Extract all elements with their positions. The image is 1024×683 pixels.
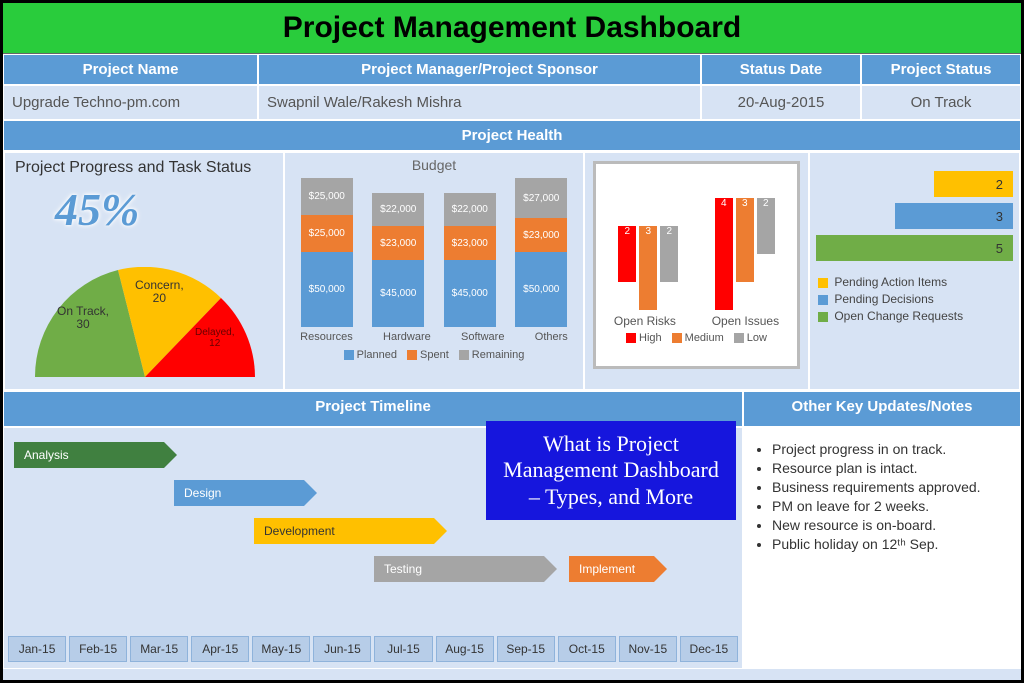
budget-cell: $23,000 bbox=[372, 226, 424, 260]
risk-xlabel: Open Risks bbox=[614, 314, 676, 328]
legend-pending-action: Pending Action Items bbox=[834, 275, 947, 289]
hdr-project-manager: Project Manager/Project Sponsor bbox=[258, 54, 701, 85]
section-project-health: Project Health bbox=[3, 120, 1021, 151]
phase-analysis: Analysis bbox=[14, 442, 164, 468]
note-item: PM on leave for 2 weeks. bbox=[772, 498, 1010, 514]
section-notes: Other Key Updates/Notes bbox=[743, 391, 1021, 427]
budget-cat: Resources bbox=[300, 331, 353, 343]
panel-risks-issues: 2 3 2 4 3 2 Open Risks Open Issues High … bbox=[584, 152, 809, 390]
budget-cat: Hardware bbox=[383, 331, 431, 343]
budget-legend: Planned Spent Remaining bbox=[285, 349, 583, 361]
budget-cell: $23,000 bbox=[515, 218, 567, 252]
val-status-date: 20-Aug-2015 bbox=[701, 85, 861, 120]
budget-cat: Software bbox=[461, 331, 504, 343]
risk-bar: 3 bbox=[639, 226, 657, 310]
overlay-caption: What is Project Management Dashboard – T… bbox=[486, 421, 736, 520]
panel-side-metrics: 2 3 5 Pending Action Items Pending Decis… bbox=[809, 152, 1020, 390]
issue-bar: 2 bbox=[757, 198, 775, 254]
legend-low: Low bbox=[747, 332, 767, 344]
budget-cell: $22,000 bbox=[372, 193, 424, 226]
budget-cell: $25,000 bbox=[301, 215, 353, 252]
legend-spent: Spent bbox=[420, 349, 449, 361]
hdr-status-date: Status Date bbox=[701, 54, 861, 85]
month-cell: May-15 bbox=[252, 636, 310, 662]
val-project-name: Upgrade Techno-pm.com bbox=[3, 85, 258, 120]
progress-title: Project Progress and Task Status bbox=[5, 153, 283, 183]
note-item: Business requirements approved. bbox=[772, 479, 1010, 495]
legend-high: High bbox=[639, 332, 662, 344]
legend-medium: Medium bbox=[685, 332, 724, 344]
side-legend: Pending Action Items Pending Decisions O… bbox=[818, 275, 1011, 323]
month-cell: Dec-15 bbox=[680, 636, 738, 662]
month-cell: Oct-15 bbox=[558, 636, 616, 662]
budget-cell: $50,000 bbox=[515, 252, 567, 327]
pie-label-ontrack: On Track, bbox=[57, 304, 109, 318]
budget-chart: $25,000$25,000$50,000 $22,000$23,000$45,… bbox=[291, 177, 577, 327]
risk-legend: High Medium Low bbox=[596, 332, 797, 344]
risk-bar: 2 bbox=[660, 226, 678, 282]
pie-val-ontrack: 30 bbox=[76, 317, 89, 331]
pie-label-concern: Concern, bbox=[135, 278, 184, 292]
notes-panel: Project progress in on track. Resource p… bbox=[743, 427, 1021, 669]
hdr-project-name: Project Name bbox=[3, 54, 258, 85]
val-project-manager: Swapnil Wale/Rakesh Mishra bbox=[258, 85, 701, 120]
month-cell: Jun-15 bbox=[313, 636, 371, 662]
month-cell: Feb-15 bbox=[69, 636, 127, 662]
meta-value-row: Upgrade Techno-pm.com Swapnil Wale/Rakes… bbox=[3, 85, 1021, 120]
pie-val-delayed: 12 bbox=[209, 338, 220, 349]
legend-change-requests: Open Change Requests bbox=[834, 309, 963, 323]
note-item: New resource is on-board. bbox=[772, 517, 1010, 533]
side-bars-chart: 2 3 5 bbox=[816, 171, 1013, 261]
phase-testing: Testing bbox=[374, 556, 544, 582]
legend-remaining: Remaining bbox=[472, 349, 525, 361]
budget-cell: $50,000 bbox=[301, 252, 353, 327]
budget-title: Budget bbox=[285, 153, 583, 177]
progress-percent: 45% bbox=[5, 183, 283, 236]
bar-pending-decisions: 3 bbox=[895, 203, 1013, 229]
month-cell: Jul-15 bbox=[374, 636, 432, 662]
legend-pending-decisions: Pending Decisions bbox=[834, 292, 933, 306]
note-item: Public holiday on 12ᵗʰ Sep. bbox=[772, 536, 1010, 552]
dashboard-title: Project Management Dashboard bbox=[3, 3, 1021, 54]
issue-bar: 3 bbox=[736, 198, 754, 282]
budget-cell: $23,000 bbox=[444, 226, 496, 260]
month-cell: Sep-15 bbox=[497, 636, 555, 662]
note-item: Resource plan is intact. bbox=[772, 460, 1010, 476]
val-project-status: On Track bbox=[861, 85, 1021, 120]
month-cell: Jan-15 bbox=[8, 636, 66, 662]
legend-planned: Planned bbox=[357, 349, 397, 361]
timeline-months: Jan-15 Feb-15 Mar-15 Apr-15 May-15 Jun-1… bbox=[8, 636, 738, 662]
pie-label-delayed: Delayed, bbox=[195, 327, 234, 338]
bar-change-requests: 5 bbox=[816, 235, 1013, 261]
budget-cell: $45,000 bbox=[372, 260, 424, 327]
month-cell: Apr-15 bbox=[191, 636, 249, 662]
pie-val-concern: 20 bbox=[153, 291, 166, 305]
phase-design: Design bbox=[174, 480, 304, 506]
note-item: Project progress in on track. bbox=[772, 441, 1010, 457]
panel-progress: Project Progress and Task Status 45% On … bbox=[4, 152, 284, 390]
panel-budget: Budget $25,000$25,000$50,000 $22,000$23,… bbox=[284, 152, 584, 390]
budget-cell: $45,000 bbox=[444, 260, 496, 327]
phase-implement: Implement bbox=[569, 556, 654, 582]
budget-cell: $22,000 bbox=[444, 193, 496, 226]
risk-xlabel: Open Issues bbox=[712, 314, 779, 328]
month-cell: Mar-15 bbox=[130, 636, 188, 662]
budget-cell: $25,000 bbox=[301, 178, 353, 215]
month-cell: Aug-15 bbox=[436, 636, 494, 662]
risks-chart: 2 3 2 4 3 2 bbox=[600, 170, 793, 310]
phase-development: Development bbox=[254, 518, 434, 544]
budget-cell: $27,000 bbox=[515, 178, 567, 218]
issue-bar: 4 bbox=[715, 198, 733, 310]
bar-pending-action: 2 bbox=[934, 171, 1013, 197]
meta-header-row: Project Name Project Manager/Project Spo… bbox=[3, 54, 1021, 85]
month-cell: Nov-15 bbox=[619, 636, 677, 662]
progress-pie-chart: On Track, 30 Concern, 20 Delayed, 12 bbox=[5, 257, 285, 377]
budget-cat: Others bbox=[535, 331, 568, 343]
hdr-project-status: Project Status bbox=[861, 54, 1021, 85]
risk-bar: 2 bbox=[618, 226, 636, 282]
